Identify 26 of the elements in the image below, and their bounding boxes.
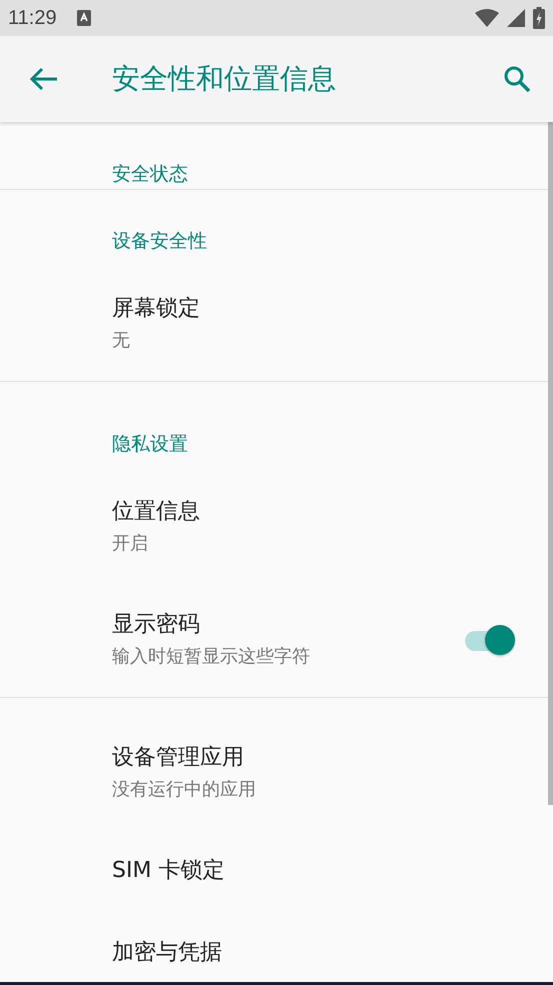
settings-item[interactable]: 位置信息 开启	[0, 471, 548, 584]
keyboard-notification-icon	[76, 10, 91, 26]
item-summary: 输入时短暂显示这些字符	[112, 646, 311, 668]
section-header: 安全状态	[111, 162, 189, 187]
toggle-switch[interactable]	[463, 624, 517, 658]
settings-item[interactable]: 加密与凭据	[0, 912, 548, 985]
section-header: 设备安全性	[111, 229, 208, 254]
battery-icon	[533, 7, 545, 29]
section-header: 隐私设置	[111, 432, 189, 457]
settings-item[interactable]: SIM 卡锁定	[0, 830, 548, 912]
item-summary: 开启	[112, 533, 149, 555]
wifi-icon	[475, 9, 499, 27]
item-summary: 无	[112, 330, 131, 352]
settings-item[interactable]: 屏幕锁定 无	[0, 268, 548, 381]
item-title: 显示密码	[112, 613, 201, 637]
item-title: 加密与凭据	[112, 941, 223, 965]
signal-icon	[507, 9, 525, 27]
item-title: SIM 卡锁定	[112, 859, 226, 883]
toolbar-title: 安全性和位置信息	[112, 61, 336, 97]
item-title: 屏幕锁定	[112, 297, 201, 321]
item-title: 位置信息	[112, 500, 201, 524]
settings-item[interactable]: 显示密码 输入时短暂显示这些字符	[0, 584, 548, 697]
status-time: 11:29	[8, 6, 57, 30]
item-summary: 没有运行中的应用	[112, 779, 257, 801]
item-title: 设备管理应用	[112, 746, 245, 770]
settings-item[interactable]: 设备管理应用 没有运行中的应用	[0, 698, 548, 830]
